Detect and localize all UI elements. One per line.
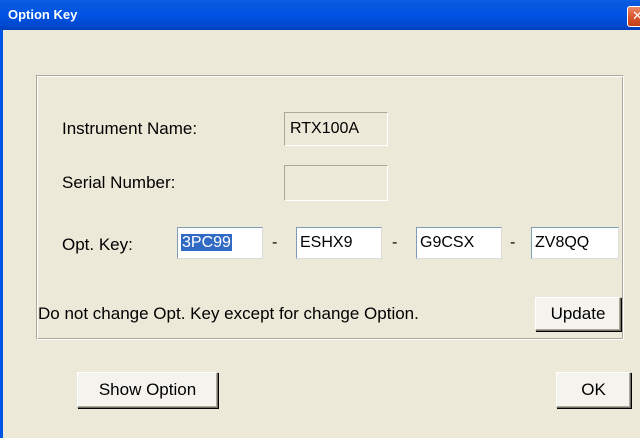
show-option-button[interactable]: Show Option (77, 372, 218, 408)
opt-key-field-2[interactable]: ESHX9 (296, 227, 382, 259)
window-left-border (0, 30, 3, 438)
close-icon[interactable]: ✕ (627, 6, 640, 27)
opt-key-notice: Do not change Opt. Key except for change… (38, 304, 419, 323)
opt-key-separator-3: - (510, 234, 516, 251)
opt-key-separator-1: - (272, 234, 278, 251)
serial-number-label: Serial Number: (62, 173, 176, 192)
serial-number-value (284, 165, 388, 201)
instrument-name-value: RTX100A (284, 112, 388, 146)
instrument-name-label: Instrument Name: (62, 119, 198, 138)
opt-key-field-4[interactable]: ZV8QQ (531, 227, 619, 259)
update-button[interactable]: Update (535, 297, 621, 331)
window-title: Option Key (8, 7, 78, 22)
title-bar[interactable]: Option Key ✕ (0, 0, 640, 30)
opt-key-field-3[interactable]: G9CSX (416, 227, 502, 259)
option-key-dialog: Option Key ✕ Instrument Name: RTX100A Se… (0, 0, 640, 438)
opt-key-field-1-selected-text: 3PC99 (181, 234, 232, 251)
opt-key-separator-2: - (392, 234, 398, 251)
ok-button[interactable]: OK (556, 372, 631, 408)
opt-key-label: Opt. Key: (62, 235, 133, 254)
opt-key-field-1[interactable]: 3PC99 (177, 227, 263, 259)
